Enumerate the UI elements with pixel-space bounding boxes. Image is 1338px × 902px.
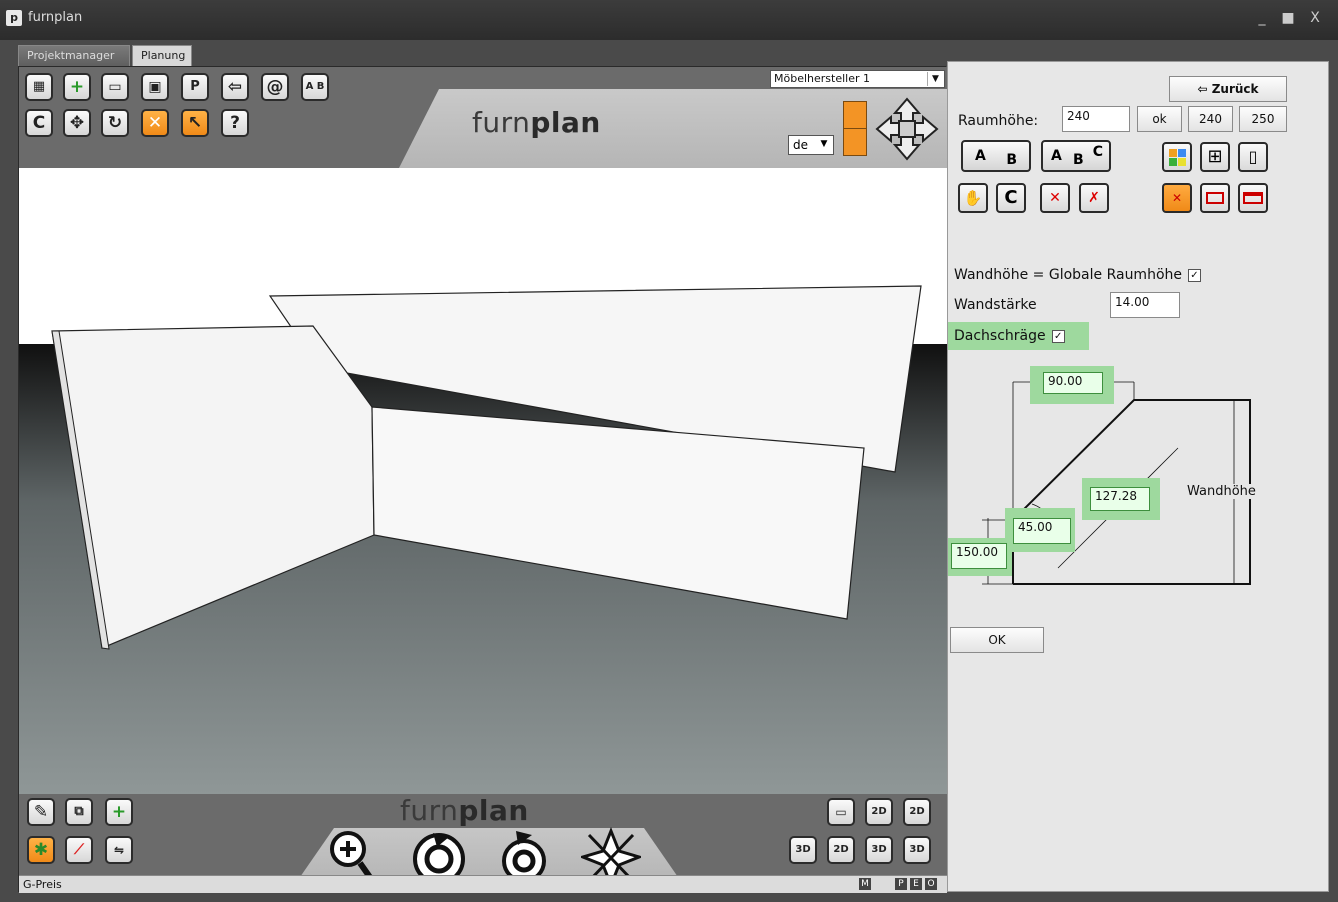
status-flag-m: M xyxy=(859,878,871,890)
delete-icon[interactable]: ✕ xyxy=(141,109,169,137)
print-icon[interactable]: P xyxy=(181,73,209,101)
tab-projektmanager[interactable]: Projektmanager xyxy=(18,45,130,67)
manufacturer-select[interactable]: Möbelhersteller 1 ▼ xyxy=(770,70,945,88)
top-width-input[interactable]: 90.00 xyxy=(1043,372,1103,394)
view-3d-b-icon[interactable]: 3D xyxy=(865,836,893,864)
slope-checkbox[interactable]: ✓ xyxy=(1051,329,1065,343)
view-2d-b-icon[interactable]: 2D xyxy=(827,836,855,864)
pointer-icon[interactable]: ↖ xyxy=(181,109,209,137)
3d-room-render xyxy=(19,168,947,794)
maximize-button[interactable]: ■ xyxy=(1278,10,1298,26)
people-icon[interactable]: ✱ xyxy=(27,836,55,864)
3d-viewport[interactable] xyxy=(19,168,947,794)
color-grid-icon[interactable] xyxy=(1162,142,1192,172)
angled-wall-icon[interactable]: ABC xyxy=(1041,140,1111,172)
chevron-down-icon: ▼ xyxy=(927,72,943,86)
move-icon[interactable]: ✥ xyxy=(63,109,91,137)
status-flag-o: O xyxy=(925,878,937,890)
status-bar: G-Preis M P E O xyxy=(19,875,947,893)
wall-height-global-row: Wandhöhe = Globale Raumhöhe ✓ xyxy=(954,267,1201,283)
tab-planung[interactable]: Planung xyxy=(132,45,192,67)
floorplan-icon[interactable]: ▦ xyxy=(25,73,53,101)
view-3d-a-icon[interactable]: 3D xyxy=(789,836,817,864)
door-icon[interactable]: ▯ xyxy=(1238,142,1268,172)
app-logo-icon: p xyxy=(6,10,22,26)
window-title: furnplan xyxy=(28,10,83,25)
brand-logo-top: furnplan xyxy=(472,106,601,139)
brand-logo-bottom: furnplan xyxy=(400,794,529,827)
status-label: G-Preis xyxy=(23,878,62,891)
room-height-ok-button[interactable]: ok xyxy=(1137,106,1182,132)
view-layout-top-icon[interactable] xyxy=(843,101,867,129)
frame-red-icon[interactable] xyxy=(1200,183,1230,213)
measure-icon[interactable]: ⟋ xyxy=(65,836,93,864)
window-copy-icon[interactable]: ⧉ xyxy=(65,798,93,826)
edit-icon[interactable]: ✎ xyxy=(27,798,55,826)
slope-label: Dachschräge xyxy=(954,328,1046,344)
delete-segment-icon[interactable]: ✗ xyxy=(1079,183,1109,213)
wall-thickness-label: Wandstärke xyxy=(954,297,1037,313)
app-window: p furnplan _ ■ X Projektmanager Planung … xyxy=(0,0,1338,902)
room-height-input[interactable]: 240 xyxy=(1062,106,1130,132)
bottom-height-input[interactable]: 150.00 xyxy=(951,543,1007,569)
preset-240-button[interactable]: 240 xyxy=(1188,106,1233,132)
save-icon[interactable]: ▣ xyxy=(141,73,169,101)
straight-wall-icon[interactable]: AB xyxy=(961,140,1031,172)
delete-wall-icon[interactable]: ✕ xyxy=(1040,183,1070,213)
minimize-button[interactable]: _ xyxy=(1252,10,1272,26)
wall-height-global-checkbox[interactable]: ✓ xyxy=(1188,268,1201,282)
folder-icon[interactable]: ▭ xyxy=(101,73,129,101)
hand-icon[interactable]: ✋ xyxy=(958,183,988,213)
planning-workarea: ▦ + ▭ ▣ P ⇦ @ A B C ✥ ↻ ✕ ↖ ? furnplan M… xyxy=(18,66,947,893)
frame-red-wide-icon[interactable] xyxy=(1238,183,1268,213)
top-toolbar: ▦ + ▭ ▣ P ⇦ @ A B C ✥ ↻ ✕ ↖ ? furnplan M… xyxy=(19,67,947,168)
status-flag-e: E xyxy=(910,878,922,890)
pan-arrows-icon[interactable] xyxy=(875,97,939,161)
swap-icon[interactable]: ⇋ xyxy=(105,836,133,864)
language-select[interactable]: de ▼ xyxy=(788,135,834,155)
camera-icon[interactable]: ▭ xyxy=(827,798,855,826)
slope-length-input[interactable]: 127.28 xyxy=(1090,487,1150,511)
orange-delete-icon[interactable]: ✕ xyxy=(1162,183,1192,213)
window-icon[interactable]: ⊞ xyxy=(1200,142,1230,172)
help-icon[interactable]: ? xyxy=(221,109,249,137)
view-layout-bottom-icon[interactable] xyxy=(843,128,867,156)
c-wall-icon[interactable]: C xyxy=(996,183,1026,213)
close-button[interactable]: X xyxy=(1305,10,1325,26)
back-button[interactable]: ⇦ Zurück xyxy=(1169,76,1287,102)
wall-height-diagram-label: Wandhöhe xyxy=(1185,484,1258,499)
angle-input[interactable]: 45.00 xyxy=(1013,518,1071,544)
view-2d-down-icon[interactable]: 2D xyxy=(865,798,893,826)
email-icon[interactable]: @ xyxy=(261,73,289,101)
c-icon[interactable]: C xyxy=(25,109,53,137)
view-3d-c-icon[interactable]: 3D xyxy=(903,836,931,864)
wall-thickness-input[interactable]: 14.00 xyxy=(1110,292,1180,318)
status-flag-p: P xyxy=(895,878,907,890)
preset-250-button[interactable]: 250 xyxy=(1239,106,1287,132)
wall-height-global-label: Wandhöhe = Globale Raumhöhe xyxy=(954,267,1182,283)
ab-icon[interactable]: A B xyxy=(301,73,329,101)
ok-button[interactable]: OK xyxy=(950,627,1044,653)
add-frame-icon[interactable]: + xyxy=(105,798,133,826)
wall-properties-panel: ⇦ Zurück Raumhöhe: 240 ok 240 250 AB ABC… xyxy=(947,61,1329,892)
title-bar: p furnplan _ ■ X xyxy=(0,0,1338,40)
slope-row: Dachschräge ✓ xyxy=(954,328,1065,344)
chevron-down-icon: ▼ xyxy=(820,139,828,149)
back-arrow-icon[interactable]: ⇦ xyxy=(221,73,249,101)
rotate-icon[interactable]: ↻ xyxy=(101,109,129,137)
view-2d-up-icon[interactable]: 2D xyxy=(903,798,931,826)
room-height-label: Raumhöhe: xyxy=(958,113,1039,129)
new-icon[interactable]: + xyxy=(63,73,91,101)
